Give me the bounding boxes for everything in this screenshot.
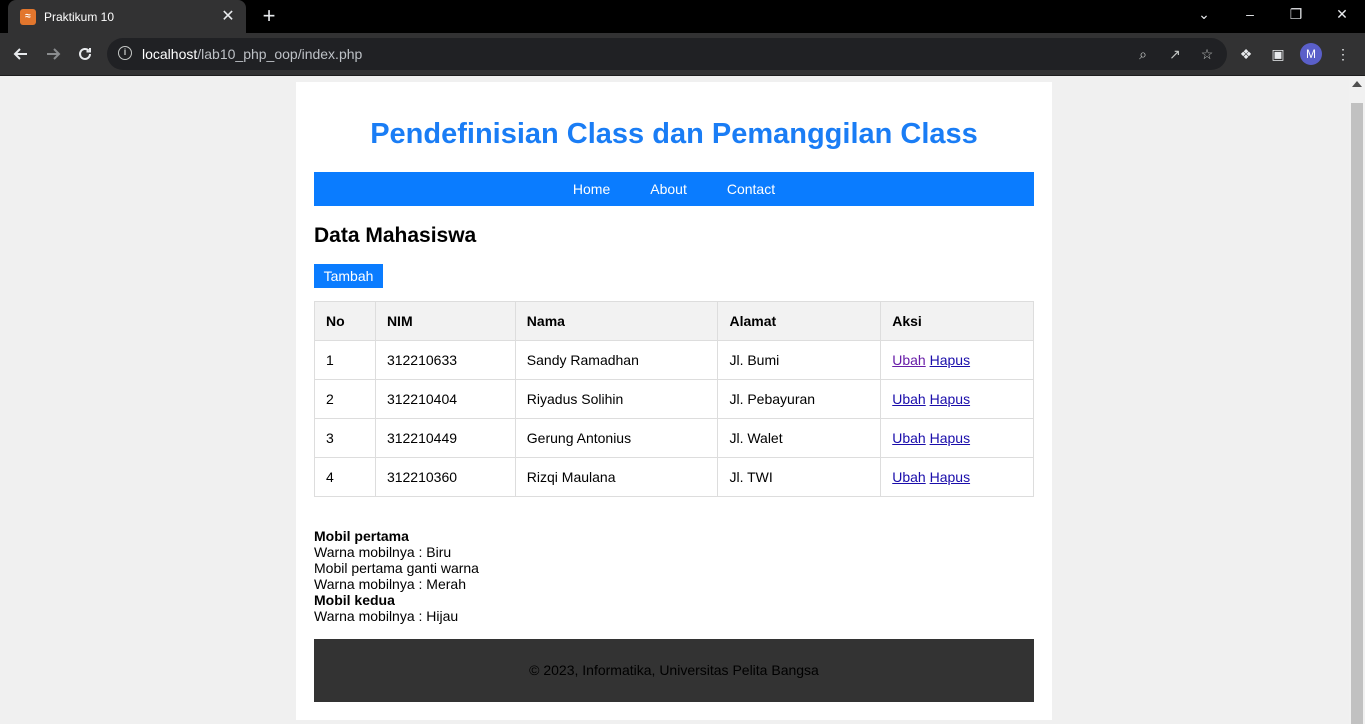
table-row: 1 312210633 Sandy Ramadhan Jl. Bumi Ubah… xyxy=(314,340,1034,380)
output-line: Warna mobilnya : Hijau xyxy=(314,608,459,624)
cell-no: 2 xyxy=(314,379,376,419)
page-title: Pendefinisian Class dan Pemanggilan Clas… xyxy=(370,118,978,150)
delete-link[interactable]: Hapus xyxy=(930,352,970,368)
column-header: Aksi xyxy=(880,301,1034,341)
restore-button[interactable]: ❐ xyxy=(1273,0,1319,30)
edit-link[interactable]: Ubah xyxy=(892,352,925,368)
cell-alamat: Jl. Pebayuran xyxy=(717,379,882,419)
reload-button[interactable] xyxy=(71,40,99,68)
cell-aksi: Ubah Hapus xyxy=(880,379,1034,419)
main-navbar: Home About Contact xyxy=(314,172,1034,206)
cell-nama: Riyadus Solihin xyxy=(514,379,719,419)
minimize-button[interactable]: – xyxy=(1227,0,1273,30)
cell-alamat: Jl. Bumi xyxy=(717,340,882,380)
output-line: Warna mobilnya : Merah xyxy=(314,576,466,592)
cell-alamat: Jl. Walet xyxy=(717,418,882,458)
profile-avatar[interactable]: M xyxy=(1300,43,1322,65)
page-scrollbar[interactable] xyxy=(1349,77,1365,724)
cell-nim: 312210360 xyxy=(374,457,516,497)
delete-link[interactable]: Hapus xyxy=(930,469,970,485)
url-text[interactable]: localhost/lab10_php_oop/index.php xyxy=(142,46,362,62)
page-container: Pendefinisian Class dan Pemanggilan Clas… xyxy=(296,82,1052,720)
section-title: Data Mahasiswa xyxy=(314,224,477,247)
nav-contact-link[interactable]: Contact xyxy=(727,181,775,197)
zoom-icon[interactable]: ⌕ xyxy=(1133,44,1153,64)
cell-aksi: Ubah Hapus xyxy=(880,457,1034,497)
column-header: Alamat xyxy=(717,301,882,341)
browser-tab[interactable]: ≈ Praktikum 10 ✕ xyxy=(8,0,246,33)
nav-home-link[interactable]: Home xyxy=(573,181,610,197)
cell-nim: 312210404 xyxy=(374,379,516,419)
cell-no: 4 xyxy=(314,457,376,497)
browser-toolbar: i localhost/lab10_php_oop/index.php ⌕ ↗ … xyxy=(0,33,1365,76)
tab-search-icon[interactable]: ⌄ xyxy=(1181,0,1227,30)
delete-link[interactable]: Hapus xyxy=(930,391,970,407)
close-tab-icon[interactable]: ✕ xyxy=(220,8,236,25)
cell-nama: Gerung Antonius xyxy=(514,418,719,458)
bookmark-star-icon[interactable]: ☆ xyxy=(1197,44,1217,64)
cell-aksi: Ubah Hapus xyxy=(880,340,1034,380)
table-row: 3 312210449 Gerung Antonius Jl. Walet Ub… xyxy=(314,418,1034,458)
table-row: 2 312210404 Riyadus Solihin Jl. Pebayura… xyxy=(314,379,1034,419)
cell-nim: 312210633 xyxy=(374,340,516,380)
edit-link[interactable]: Ubah xyxy=(892,430,925,446)
back-button[interactable] xyxy=(7,40,35,68)
forward-button[interactable] xyxy=(39,40,67,68)
site-info-icon[interactable]: i xyxy=(118,46,132,60)
table-header-row: No NIM Nama Alamat Aksi xyxy=(314,301,1034,341)
output-line: Mobil pertama xyxy=(314,528,409,544)
side-panel-icon[interactable]: ▣ xyxy=(1268,44,1288,64)
output-line: Mobil kedua xyxy=(314,592,395,608)
new-tab-button[interactable]: + xyxy=(258,4,280,28)
nav-about-link[interactable]: About xyxy=(650,181,687,197)
cell-alamat: Jl. TWI xyxy=(717,457,882,497)
php-output: Mobil pertama Warna mobilnya : Biru Mobi… xyxy=(314,528,479,624)
cell-no: 1 xyxy=(314,340,376,380)
cell-aksi: Ubah Hapus xyxy=(880,418,1034,458)
browser-tab-bar: ≈ Praktikum 10 ✕ + ⌄ – ❐ ✕ xyxy=(0,0,1365,33)
scroll-up-arrow-icon[interactable] xyxy=(1352,81,1362,87)
delete-link[interactable]: Hapus xyxy=(930,430,970,446)
tab-title: Praktikum 10 xyxy=(44,9,115,24)
cell-nim: 312210449 xyxy=(374,418,516,458)
column-header: Nama xyxy=(514,301,719,341)
address-bar[interactable]: i localhost/lab10_php_oop/index.php ⌕ ↗ … xyxy=(107,38,1227,70)
add-button[interactable]: Tambah xyxy=(314,264,383,288)
cell-nama: Rizqi Maulana xyxy=(514,457,719,497)
column-header: NIM xyxy=(374,301,516,341)
table-row: 4 312210360 Rizqi Maulana Jl. TWI Ubah H… xyxy=(314,457,1034,497)
student-table: No NIM Nama Alamat Aksi 1 312210633 Sand… xyxy=(314,301,1034,497)
share-icon[interactable]: ↗ xyxy=(1165,44,1185,64)
column-header: No xyxy=(314,301,376,341)
scroll-thumb[interactable] xyxy=(1351,103,1363,724)
cell-nama: Sandy Ramadhan xyxy=(514,340,719,380)
page-footer: © 2023, Informatika, Universitas Pelita … xyxy=(314,639,1034,702)
output-line: Warna mobilnya : Biru xyxy=(314,544,452,560)
menu-kebab-icon[interactable]: ⋮ xyxy=(1333,44,1353,64)
xampp-favicon-icon: ≈ xyxy=(20,8,36,25)
output-line: Mobil pertama ganti warna xyxy=(314,560,479,576)
extensions-icon[interactable]: ❖ xyxy=(1236,44,1256,64)
cell-no: 3 xyxy=(314,418,376,458)
edit-link[interactable]: Ubah xyxy=(892,469,925,485)
close-window-button[interactable]: ✕ xyxy=(1319,0,1365,30)
edit-link[interactable]: Ubah xyxy=(892,391,925,407)
